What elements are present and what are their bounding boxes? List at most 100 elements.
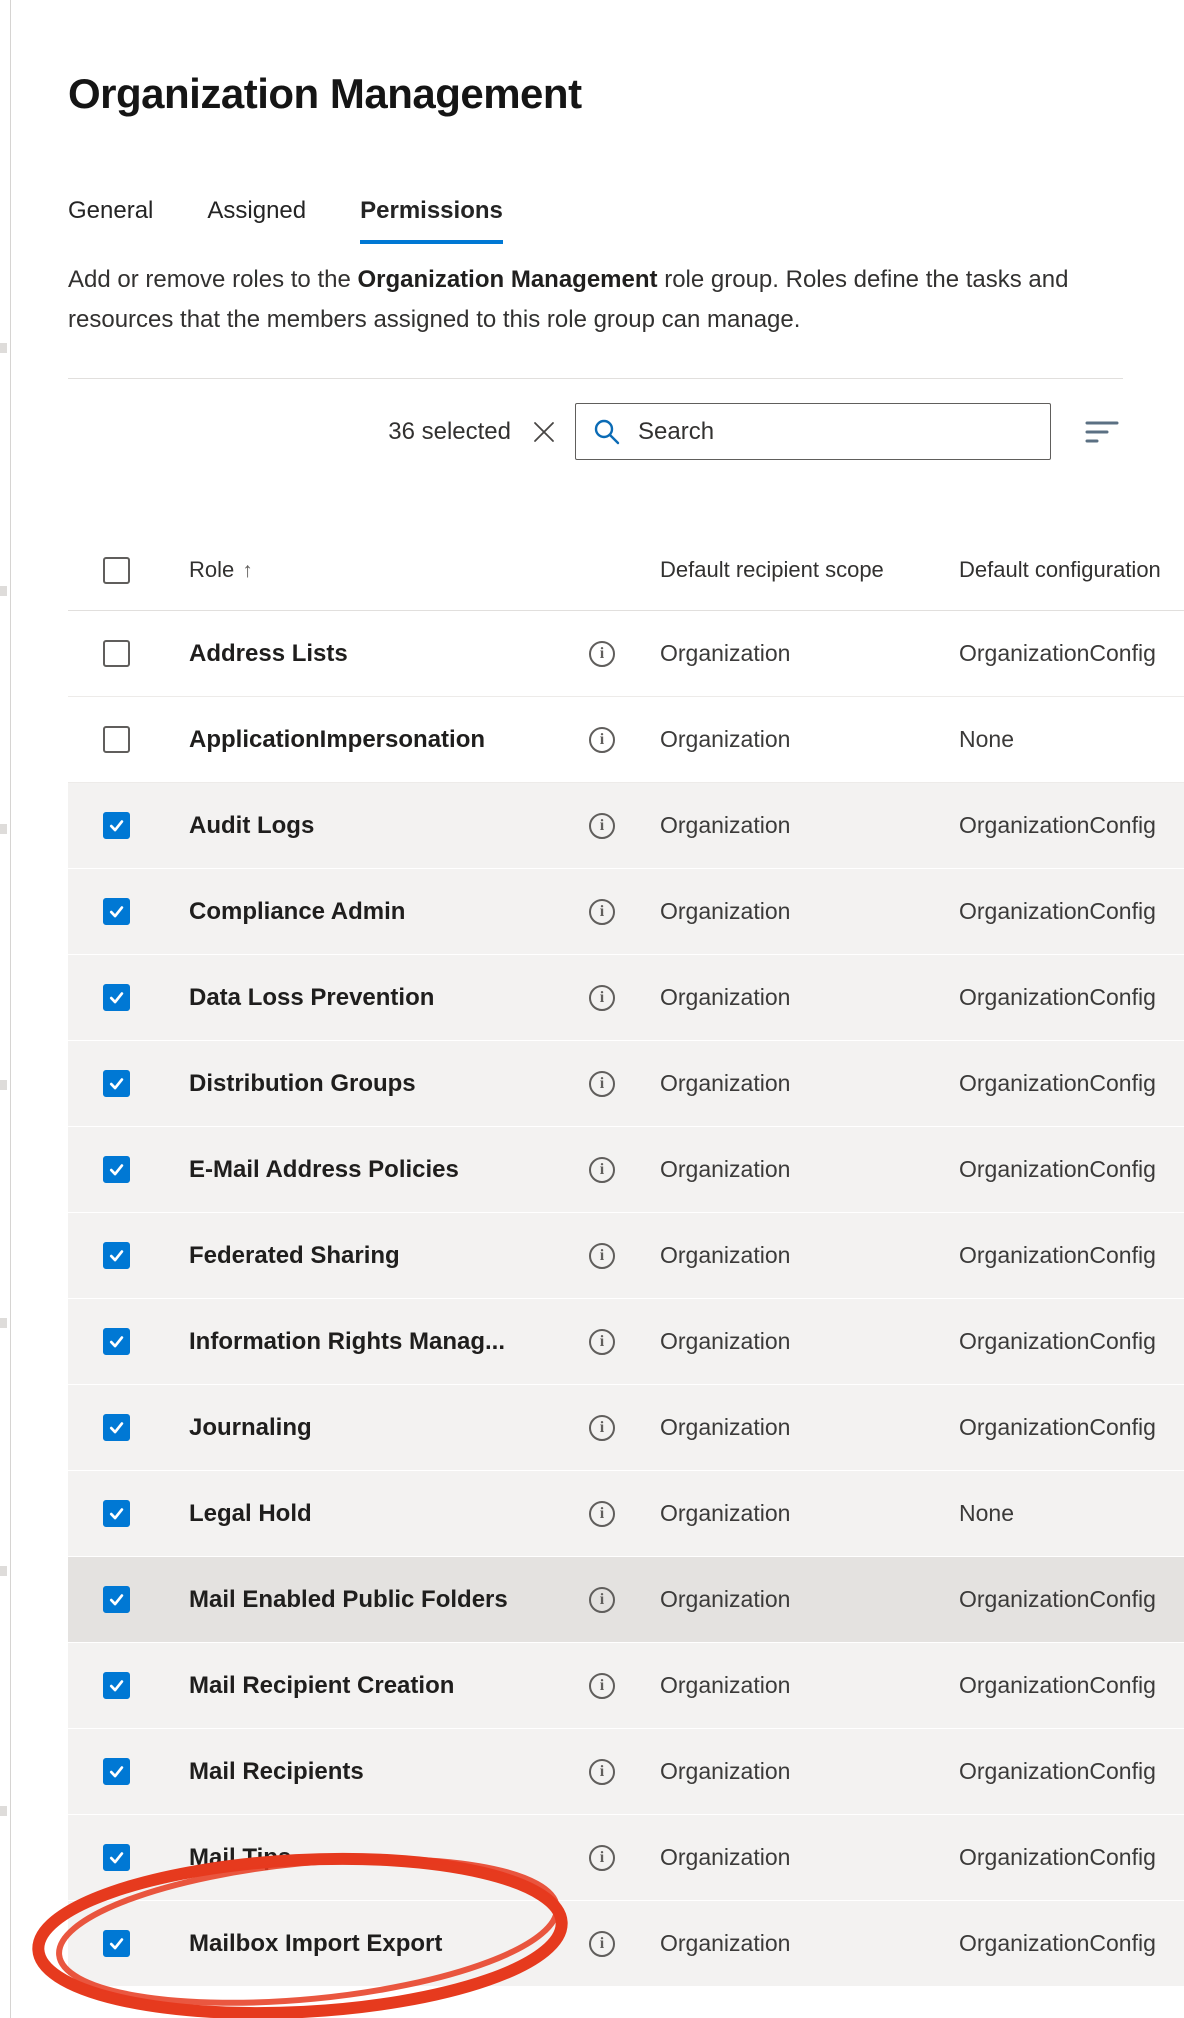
row-checkbox[interactable] — [103, 640, 130, 667]
scope-value: Organization — [660, 1586, 791, 1612]
background-artifact — [0, 824, 7, 834]
info-icon[interactable]: i — [589, 1328, 615, 1355]
checkmark-icon — [109, 1164, 124, 1176]
role-name: Federated Sharing — [189, 1241, 400, 1269]
config-value: OrganizationConfig — [959, 1844, 1156, 1870]
description-text: Add or remove roles to the Organization … — [68, 260, 1108, 340]
background-artifact — [0, 1566, 7, 1576]
info-icon[interactable]: i — [589, 898, 615, 925]
row-checkbox[interactable] — [103, 726, 130, 753]
role-name: Mailbox Import Export — [189, 1929, 443, 1957]
table-row[interactable]: E-Mail Address Policies i Organization O… — [68, 1127, 1184, 1213]
table-row[interactable]: Journaling i Organization OrganizationCo… — [68, 1385, 1184, 1471]
scope-value: Organization — [660, 898, 791, 924]
select-all-checkbox[interactable] — [103, 556, 130, 584]
info-icon[interactable]: i — [589, 1586, 615, 1613]
table-row[interactable]: Distribution Groups i Organization Organ… — [68, 1041, 1184, 1127]
table-row[interactable]: Legal Hold i Organization None — [68, 1471, 1184, 1557]
tab-assigned[interactable]: Assigned — [207, 196, 306, 244]
table-row[interactable]: Audit Logs i Organization OrganizationCo… — [68, 783, 1184, 869]
info-icon[interactable]: i — [589, 1758, 615, 1785]
role-name: Information Rights Manag... — [189, 1327, 505, 1355]
row-checkbox[interactable] — [103, 1070, 130, 1097]
permissions-panel: Organization Management General Assigned… — [68, 0, 1184, 1987]
config-value: None — [959, 1500, 1014, 1526]
panel-left-border — [10, 0, 11, 2018]
scope-value: Organization — [660, 1242, 791, 1268]
role-name: E-Mail Address Policies — [189, 1155, 459, 1183]
description-part1: Add or remove roles to the — [68, 266, 358, 293]
table-row[interactable]: ApplicationImpersonation i Organization … — [68, 697, 1184, 783]
row-checkbox[interactable] — [103, 1500, 130, 1527]
config-value: OrganizationConfig — [959, 1672, 1156, 1698]
tab-permissions[interactable]: Permissions — [360, 196, 503, 244]
checkmark-icon — [109, 1594, 124, 1606]
checkmark-icon — [109, 1852, 124, 1864]
config-value: OrganizationConfig — [959, 1758, 1156, 1784]
role-name: Mail Recipient Creation — [189, 1671, 455, 1699]
tab-general[interactable]: General — [68, 196, 153, 244]
info-icon[interactable]: i — [589, 1242, 615, 1269]
row-checkbox[interactable] — [103, 1328, 130, 1355]
config-value: OrganizationConfig — [959, 640, 1156, 666]
scope-value: Organization — [660, 1758, 791, 1784]
info-icon[interactable]: i — [589, 1672, 615, 1699]
row-checkbox[interactable] — [103, 898, 130, 925]
info-icon[interactable]: i — [589, 1930, 615, 1957]
clear-selection-button[interactable] — [527, 415, 561, 449]
info-icon[interactable]: i — [589, 640, 615, 667]
table-row[interactable]: Data Loss Prevention i Organization Orga… — [68, 955, 1184, 1041]
scope-value: Organization — [660, 1672, 791, 1698]
row-checkbox[interactable] — [103, 1242, 130, 1269]
info-icon[interactable]: i — [589, 1500, 615, 1527]
scope-value: Organization — [660, 1844, 791, 1870]
search-box — [575, 403, 1051, 460]
table-row[interactable]: Mail Enabled Public Folders i Organizati… — [68, 1557, 1184, 1643]
scope-column-header: Default recipient scope — [660, 557, 884, 582]
info-icon[interactable]: i — [589, 1156, 615, 1183]
row-checkbox[interactable] — [103, 1414, 130, 1441]
info-icon[interactable]: i — [589, 1414, 615, 1441]
table-row[interactable]: Mailbox Import Export i Organization Org… — [68, 1901, 1184, 1987]
config-value: OrganizationConfig — [959, 1930, 1156, 1956]
config-column-header: Default configuration — [959, 557, 1161, 582]
table-row[interactable]: Federated Sharing i Organization Organiz… — [68, 1213, 1184, 1299]
table-row[interactable]: Address Lists i Organization Organizatio… — [68, 611, 1184, 697]
row-checkbox[interactable] — [103, 984, 130, 1011]
checkmark-icon — [109, 820, 124, 832]
filter-button[interactable] — [1081, 411, 1123, 453]
table-row[interactable]: Mail Recipients i Organization Organizat… — [68, 1729, 1184, 1815]
table-row[interactable]: Compliance Admin i Organization Organiza… — [68, 869, 1184, 955]
config-value: None — [959, 726, 1014, 752]
background-artifact — [0, 343, 7, 353]
row-checkbox[interactable] — [103, 1844, 130, 1871]
config-value: OrganizationConfig — [959, 1156, 1156, 1182]
table-row[interactable]: Mail Recipient Creation i Organization O… — [68, 1643, 1184, 1729]
info-icon[interactable]: i — [589, 812, 615, 839]
checkmark-icon — [109, 1422, 124, 1434]
page-title: Organization Management — [68, 70, 582, 117]
background-artifact — [0, 1080, 7, 1090]
info-icon[interactable]: i — [589, 1844, 615, 1871]
sort-ascending-icon: ↑ — [242, 559, 253, 582]
description-role-group-name: Organization Management — [357, 266, 658, 293]
filter-icon — [1085, 421, 1119, 442]
search-input[interactable] — [575, 403, 1051, 460]
table-header-row: Role ↑ Default recipient scope Default co… — [68, 530, 1184, 611]
background-artifact — [0, 1318, 7, 1328]
role-column-header[interactable]: Role — [189, 557, 234, 582]
table-row[interactable]: Information Rights Manag... i Organizati… — [68, 1299, 1184, 1385]
info-icon[interactable]: i — [589, 1070, 615, 1097]
info-icon[interactable]: i — [589, 726, 615, 753]
row-checkbox[interactable] — [103, 1586, 130, 1613]
role-name: Distribution Groups — [189, 1069, 416, 1097]
row-checkbox[interactable] — [103, 1758, 130, 1785]
checkmark-icon — [109, 906, 124, 918]
row-checkbox[interactable] — [103, 812, 130, 839]
info-icon[interactable]: i — [589, 984, 615, 1011]
role-name: Mail Recipients — [189, 1757, 364, 1785]
row-checkbox[interactable] — [103, 1156, 130, 1183]
table-row[interactable]: Mail Tips i Organization OrganizationCon… — [68, 1815, 1184, 1901]
row-checkbox[interactable] — [103, 1930, 130, 1957]
row-checkbox[interactable] — [103, 1672, 130, 1699]
